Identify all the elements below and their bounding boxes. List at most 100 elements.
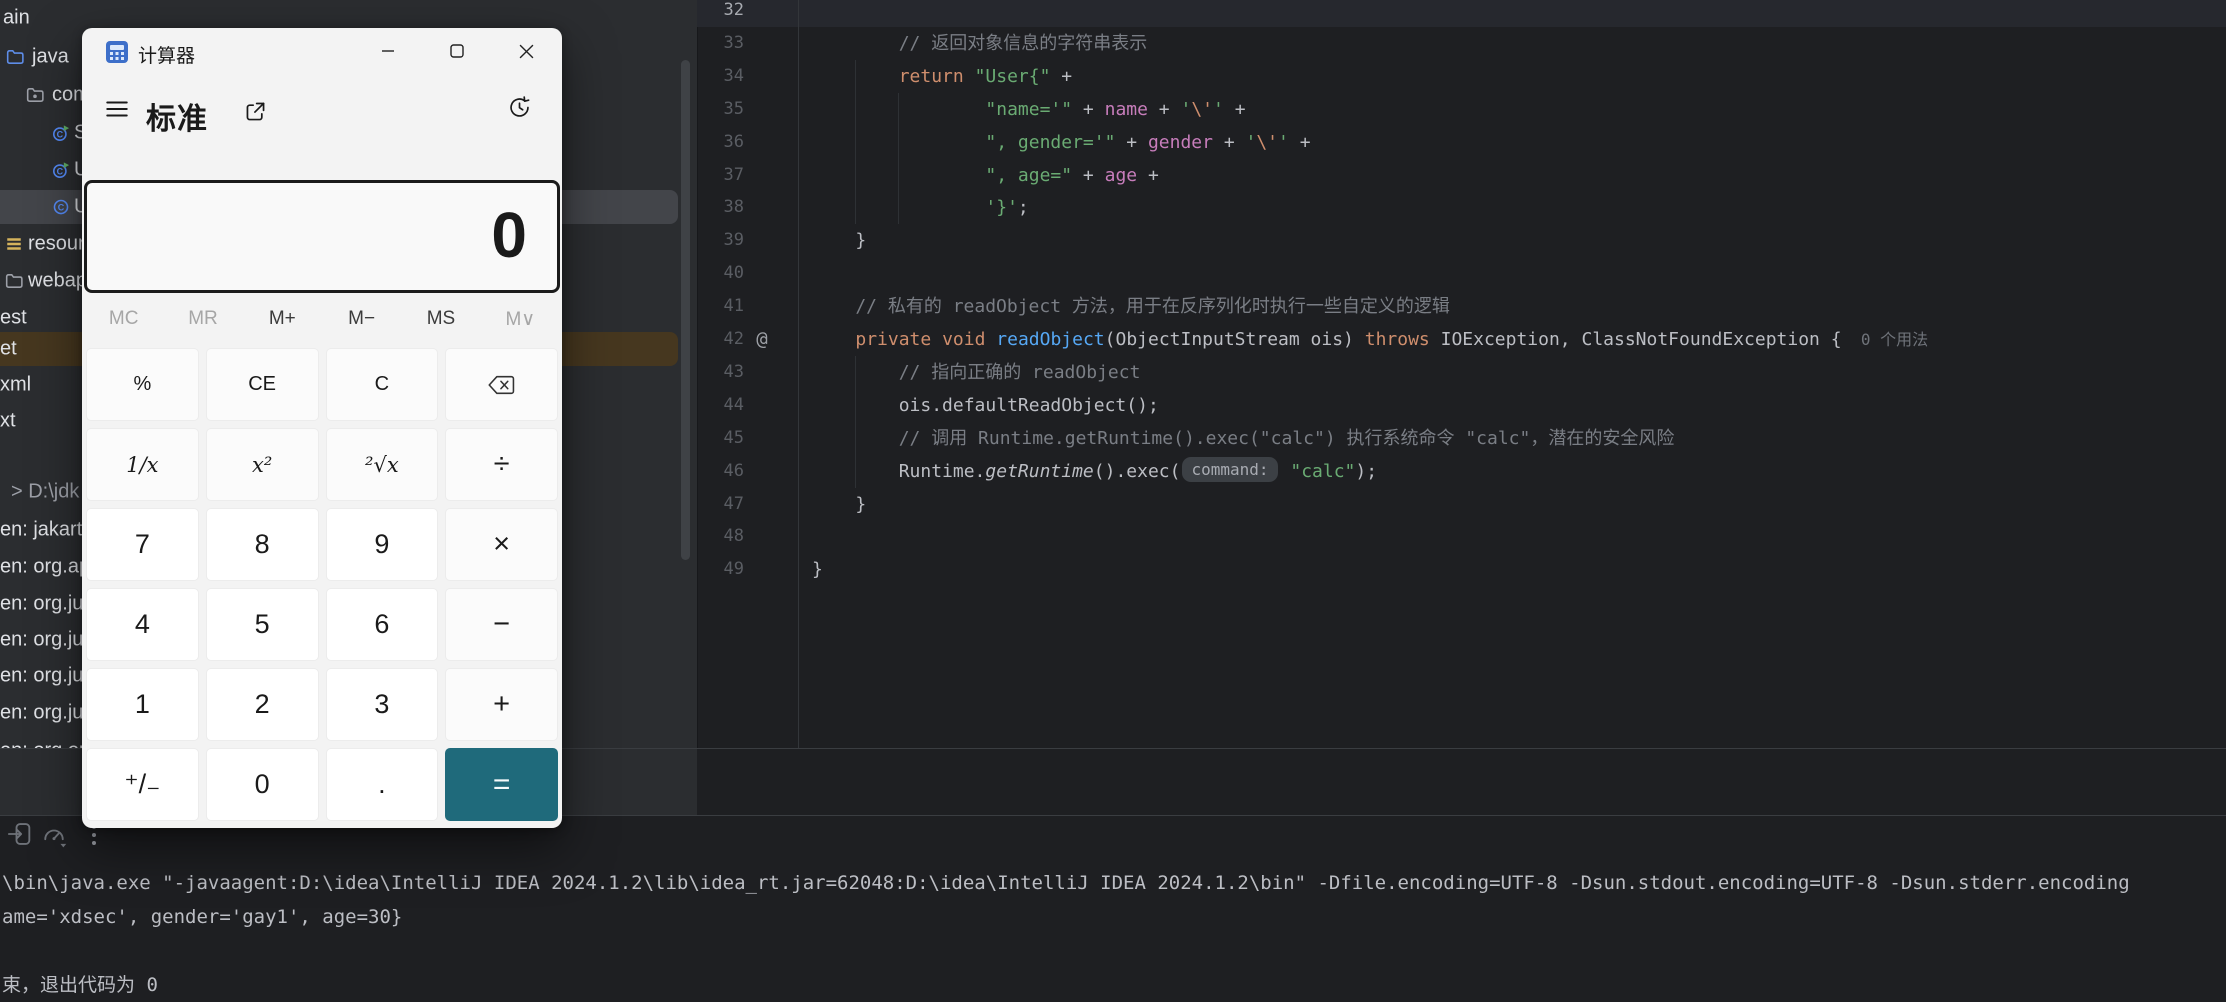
line-number[interactable]: 44 — [697, 389, 744, 422]
tree-item[interactable]: xt — [0, 410, 16, 433]
key-=[interactable]: = — [445, 748, 558, 821]
package-icon — [26, 87, 44, 103]
console-line: \bin\java.exe "-javaagent:D:\idea\Intell… — [2, 872, 2130, 894]
tree-item[interactable]: et — [0, 338, 17, 361]
key-−[interactable]: − — [445, 588, 558, 661]
gauge-icon[interactable] — [40, 820, 68, 848]
code-line[interactable]: // 私有的 readObject 方法，用于在反序列化时执行一些自定义的逻辑 — [812, 290, 1450, 323]
line-number[interactable]: 41 — [697, 290, 744, 323]
code-line[interactable]: "name='" + name + '\'' + — [812, 93, 1245, 126]
key-3[interactable]: 3 — [325, 668, 439, 741]
key-x²[interactable]: x² — [205, 428, 319, 501]
code-line[interactable]: Runtime.getRuntime().exec(command: "calc… — [812, 455, 1377, 488]
tree-item[interactable]: en: org.ap — [0, 556, 90, 579]
line-number[interactable]: 43 — [697, 356, 744, 389]
line-number[interactable]: 49 — [697, 553, 744, 586]
key-2[interactable]: 2 — [205, 668, 319, 741]
code-line[interactable]: // 返回对象信息的字符串表示 — [812, 27, 1148, 60]
key-9[interactable]: 9 — [325, 508, 439, 581]
tree-item[interactable]: en: org.jun — [0, 629, 95, 652]
key-÷[interactable]: ÷ — [445, 428, 558, 501]
key-1[interactable]: 1 — [86, 668, 199, 741]
code-line[interactable]: ois.defaultReadObject(); — [812, 389, 1159, 422]
key-8[interactable]: 8 — [205, 508, 319, 581]
tree-item[interactable]: > D:\jdk — [11, 481, 79, 504]
key-+[interactable]: + — [445, 668, 558, 741]
tree-item[interactable]: java — [32, 46, 69, 69]
key-²√x[interactable]: ²√x — [325, 428, 439, 501]
code-line[interactable]: private void readObject(ObjectInputStrea… — [812, 323, 1928, 356]
key-5[interactable]: 5 — [205, 588, 319, 661]
tree-item[interactable]: en: org.jun — [0, 702, 95, 725]
close-button[interactable] — [494, 28, 558, 74]
folder-blue-icon — [6, 49, 24, 65]
key-4[interactable]: 4 — [86, 588, 199, 661]
line-number[interactable]: 40 — [697, 257, 744, 290]
line-number[interactable]: 32 — [697, 0, 744, 27]
memory-button-MS[interactable]: MS — [401, 300, 480, 338]
key-CE[interactable]: CE — [205, 348, 319, 421]
line-number[interactable]: 48 — [697, 520, 744, 553]
key-C[interactable]: C — [325, 348, 439, 421]
code-line[interactable]: } — [812, 488, 866, 521]
memory-button-M+[interactable]: M+ — [243, 300, 322, 338]
line-number[interactable]: 33 — [697, 27, 744, 60]
line-number[interactable]: 46 — [697, 455, 744, 488]
line-number[interactable]: 47 — [697, 488, 744, 521]
key-6[interactable]: 6 — [325, 588, 439, 661]
code-line[interactable]: // 指向正确的 readObject — [812, 356, 1141, 389]
code-line[interactable]: } — [812, 553, 823, 586]
line-number[interactable]: 35 — [697, 93, 744, 126]
jump-to-icon[interactable] — [6, 820, 34, 848]
code-editor[interactable]: 32 33 // 返回对象信息的字符串表示 34 return "User{" + 3… — [697, 0, 2226, 748]
memory-button-MC[interactable]: MC — [84, 300, 163, 338]
tree-item[interactable]: en: jakarta — [0, 519, 93, 542]
svg-text:C: C — [58, 202, 65, 212]
key-7[interactable]: 7 — [86, 508, 199, 581]
tree-item[interactable]: est — [0, 307, 27, 330]
history-icon[interactable] — [506, 94, 533, 121]
window-title: 计算器 — [138, 46, 196, 67]
calculator-display: 0 — [84, 180, 560, 293]
line-number[interactable]: 37 — [697, 159, 744, 192]
line-number[interactable]: 45 — [697, 422, 744, 455]
memory-button-MR[interactable]: MR — [163, 300, 242, 338]
gutter-separator — [798, 0, 799, 748]
hamburger-menu-icon[interactable] — [104, 96, 130, 122]
line-number[interactable]: 34 — [697, 60, 744, 93]
annotation-gutter-icon[interactable]: @ — [749, 323, 775, 356]
code-line[interactable]: ", age=" + age + — [812, 159, 1158, 192]
code-line[interactable]: // 调用 Runtime.getRuntime().exec("calc") … — [812, 422, 1675, 455]
maximize-button[interactable] — [425, 28, 489, 74]
line-number[interactable]: 38 — [697, 191, 744, 224]
tree-item[interactable]: en: org.jun — [0, 593, 95, 616]
key-0[interactable]: 0 — [205, 748, 319, 821]
code-line[interactable]: '}'; — [812, 191, 1028, 224]
class-run-icon: C — [52, 161, 70, 179]
key-.[interactable]: . — [325, 748, 439, 821]
memory-button-M∨[interactable]: M∨ — [481, 300, 560, 338]
calculator-keypad: % CE C 1/x x² ²√x ÷ 7 8 9 × 4 5 6− 1 2 3 + ⁺/₋ 0. = — [86, 348, 558, 821]
key-×[interactable]: × — [445, 508, 558, 581]
code-line[interactable]: ", gender='" + gender + '\'' + — [812, 126, 1310, 159]
tree-scrollbar[interactable] — [681, 60, 690, 560]
tree-item[interactable]: ain — [3, 7, 30, 30]
line-number[interactable]: 42 — [697, 323, 744, 356]
key-⁺/₋[interactable]: ⁺/₋ — [86, 748, 199, 821]
minimize-button[interactable] — [356, 28, 420, 74]
code-line[interactable]: return "User{" + — [812, 60, 1072, 93]
line-number[interactable]: 36 — [697, 126, 744, 159]
memory-button-M−[interactable]: M− — [322, 300, 401, 338]
line-number[interactable]: 39 — [697, 224, 744, 257]
code-line[interactable]: } — [812, 224, 866, 257]
tree-item[interactable]: en: org.op — [0, 740, 90, 749]
key-1/x[interactable]: 1/x — [86, 428, 199, 501]
keep-on-top-icon[interactable] — [244, 100, 267, 123]
key-%[interactable]: % — [86, 348, 199, 421]
calculator-titlebar[interactable]: 计算器 — [82, 28, 562, 76]
backspace-key[interactable] — [445, 348, 558, 421]
tree-item[interactable]: en: org.jun — [0, 665, 95, 688]
calculator-mode-label[interactable]: 标准 — [146, 94, 208, 138]
tree-item[interactable]: xml — [0, 374, 31, 397]
